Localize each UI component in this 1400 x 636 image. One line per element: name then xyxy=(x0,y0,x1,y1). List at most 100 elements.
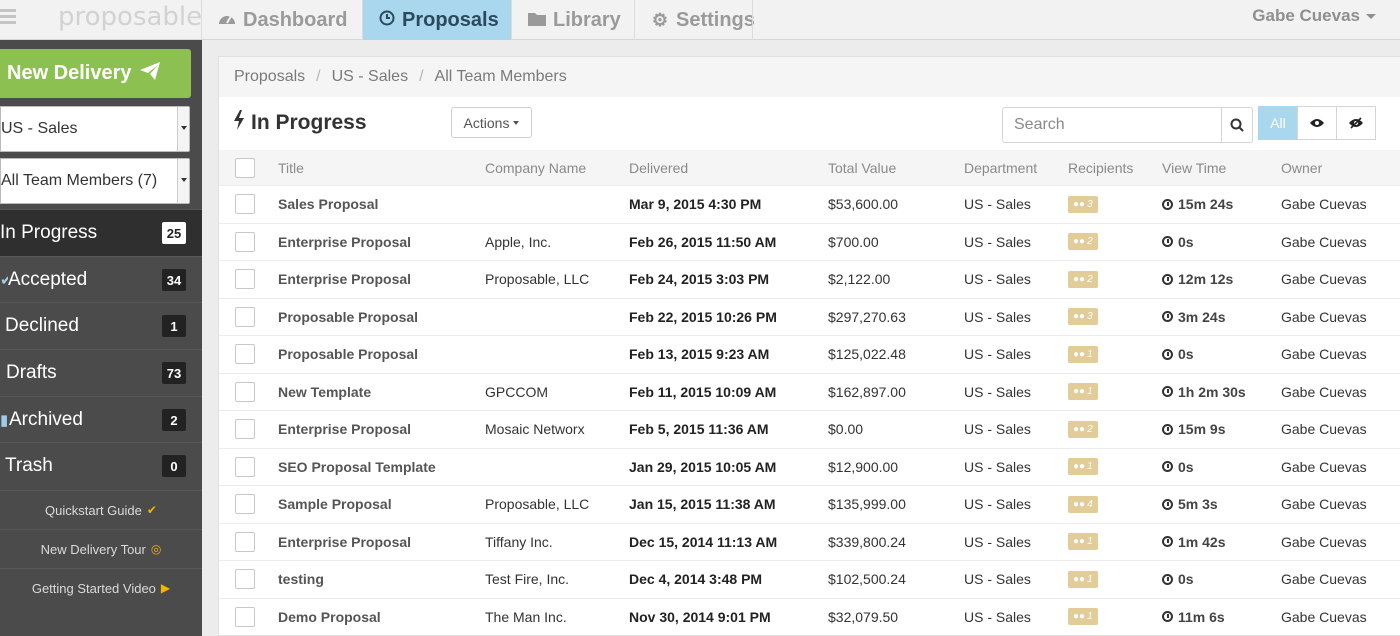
row-checkbox[interactable] xyxy=(235,456,255,477)
recipients-badge[interactable]: ●● 2 xyxy=(1068,233,1098,251)
proposal-title-link[interactable]: SEO Proposal Template xyxy=(278,449,436,486)
sidebar-item-drafts[interactable]: Drafts 73 xyxy=(0,349,202,396)
table-row[interactable]: Enterprise Proposal Apple, Inc. Feb 26, 20… xyxy=(219,222,1400,261)
menu-icon[interactable] xyxy=(0,6,16,30)
filter-unviewed-button[interactable] xyxy=(1336,106,1376,140)
select-all-checkbox[interactable] xyxy=(235,157,255,178)
department: US - Sales xyxy=(964,533,1031,550)
new-delivery-tour-link[interactable]: New Delivery Tour ◎ xyxy=(0,529,202,568)
recipients-badge[interactable]: ●● 4 xyxy=(1068,495,1098,513)
view-time-value: 0s xyxy=(1178,571,1194,588)
app-logo[interactable]: proposable xyxy=(58,2,202,32)
actions-dropdown-button[interactable]: Actions xyxy=(451,107,532,138)
recipients-badge[interactable]: ●● 3 xyxy=(1068,308,1098,326)
breadcrumb-team[interactable]: US - Sales xyxy=(332,68,408,86)
table-row[interactable]: Enterprise Proposal Mosaic Networx Feb 5, … xyxy=(219,410,1400,448)
member-select[interactable]: All Team Members (7) xyxy=(0,158,190,204)
recipients-badge[interactable]: ●● 1 xyxy=(1068,533,1098,551)
recipients-count: 1 xyxy=(1087,611,1093,623)
row-checkbox[interactable] xyxy=(235,494,255,515)
recipients-badge[interactable]: ●● 1 xyxy=(1068,608,1098,626)
sidebar-item-accepted[interactable]: ✔ Accepted 34 xyxy=(0,256,202,303)
tab-dashboard[interactable]: Dashboard xyxy=(201,0,363,40)
column-header-department[interactable]: Department xyxy=(964,150,1037,185)
breadcrumb-proposals[interactable]: Proposals xyxy=(234,68,305,86)
sidebar-count-badge: 1 xyxy=(162,315,186,337)
proposal-title-link[interactable]: Proposable Proposal xyxy=(278,336,418,373)
row-checkbox[interactable] xyxy=(235,606,255,627)
proposal-title-link[interactable]: testing xyxy=(278,561,324,598)
sidebar-item-declined[interactable]: Declined 1 xyxy=(0,302,202,349)
view-time: 1h 2m 30s xyxy=(1162,374,1246,411)
row-checkbox[interactable] xyxy=(235,531,255,552)
table-row[interactable]: Proposable Proposal Feb 22, 2015 10:26 PM… xyxy=(219,297,1400,336)
row-checkbox[interactable] xyxy=(235,194,255,215)
proposal-title-link[interactable]: Enterprise Proposal xyxy=(278,524,411,561)
delivered-date: Jan 29, 2015 10:05 AM xyxy=(629,458,777,475)
row-checkbox[interactable] xyxy=(235,381,255,402)
proposal-title-link[interactable]: Demo Proposal xyxy=(278,599,381,636)
search-button[interactable] xyxy=(1221,108,1252,142)
column-header-view-time[interactable]: View Time xyxy=(1162,150,1226,185)
table-row[interactable]: Demo Proposal The Man Inc. Nov 30, 2014 9:… xyxy=(219,597,1400,636)
table-row[interactable]: Sales Proposal Mar 9, 2015 4:30 PM $53,600… xyxy=(219,185,1400,223)
search-input[interactable] xyxy=(1003,108,1221,142)
clock-icon xyxy=(1162,273,1173,285)
sidebar-item-in-progress[interactable]: In Progress 25 xyxy=(0,209,202,256)
proposal-title-link[interactable]: New Template xyxy=(278,374,371,411)
breadcrumb-members[interactable]: All Team Members xyxy=(435,68,567,86)
table-row[interactable]: Proposable Proposal Feb 13, 2015 9:23 AM $… xyxy=(219,335,1400,373)
row-checkbox[interactable] xyxy=(235,419,255,440)
column-header-total-value[interactable]: Total Value xyxy=(828,150,896,185)
sidebar-item-archived[interactable]: ▮ Archived 2 xyxy=(0,396,202,443)
recipients-badge[interactable]: ●● 1 xyxy=(1068,345,1098,363)
column-header-recipients[interactable]: Recipients xyxy=(1068,150,1133,185)
proposal-title-link[interactable]: Sales Proposal xyxy=(278,186,378,223)
recipients-badge[interactable]: ●● 2 xyxy=(1068,270,1098,288)
department: US - Sales xyxy=(964,383,1031,400)
column-header-delivered[interactable]: Delivered xyxy=(629,150,688,185)
recipients-badge[interactable]: ●● 1 xyxy=(1068,458,1098,476)
filter-all-button[interactable]: All xyxy=(1258,106,1298,140)
proposal-title-link[interactable]: Sample Proposal xyxy=(278,486,392,523)
department: US - Sales xyxy=(964,571,1031,588)
sidebar-item-trash[interactable]: Trash 0 xyxy=(0,442,202,489)
table-row[interactable]: Enterprise Proposal Proposable, LLC Feb 24… xyxy=(219,260,1400,298)
quickstart-guide-link[interactable]: Quickstart Guide ✔ xyxy=(0,490,202,529)
getting-started-video-link[interactable]: Getting Started Video ▶ xyxy=(0,568,202,607)
tab-library[interactable]: Library xyxy=(511,0,637,40)
new-delivery-button[interactable]: New Delivery xyxy=(0,49,191,98)
filter-viewed-button[interactable] xyxy=(1297,106,1337,140)
proposal-title-link[interactable]: Proposable Proposal xyxy=(278,299,418,336)
table-row[interactable]: SEO Proposal Template Jan 29, 2015 10:05 … xyxy=(219,447,1400,486)
eye-slash-icon xyxy=(1349,117,1363,129)
recipients-badge[interactable]: ●● 1 xyxy=(1068,570,1098,588)
tab-proposals[interactable]: Proposals xyxy=(362,0,511,40)
table-row[interactable]: testing Test Fire, Inc. Dec 4, 2014 3:48 P… xyxy=(219,560,1400,598)
proposal-title-link[interactable]: Enterprise Proposal xyxy=(278,261,411,298)
row-checkbox[interactable] xyxy=(235,306,255,327)
recipients-badge[interactable]: ●● 1 xyxy=(1068,383,1098,401)
tab-settings[interactable]: ⚙ Settings xyxy=(634,0,771,40)
company-name: GPCCOM xyxy=(485,383,548,400)
team-select[interactable]: US - Sales xyxy=(0,106,190,152)
table-row[interactable]: Sample Proposal Proposable, LLC Jan 15, 20… xyxy=(219,485,1400,523)
row-checkbox[interactable] xyxy=(235,569,255,590)
row-checkbox-cell xyxy=(235,599,255,636)
top-navbar: proposable Dashboard Proposals Library ⚙… xyxy=(0,0,1400,40)
row-checkbox[interactable] xyxy=(235,269,255,290)
row-checkbox[interactable] xyxy=(235,231,255,252)
proposal-title-link[interactable]: Enterprise Proposal xyxy=(278,411,411,448)
row-checkbox[interactable] xyxy=(235,344,255,365)
recipients-badge[interactable]: ●● 3 xyxy=(1068,195,1098,213)
search-icon xyxy=(1230,118,1244,132)
column-header-owner[interactable]: Owner xyxy=(1281,150,1322,185)
user-menu[interactable]: Gabe Cuevas xyxy=(1252,6,1376,26)
proposal-title-link[interactable]: Enterprise Proposal xyxy=(278,224,411,261)
table-row[interactable]: New Template GPCCOM Feb 11, 2015 10:09 AM $… xyxy=(219,372,1400,411)
recipients-badge[interactable]: ●● 2 xyxy=(1068,420,1098,438)
column-header-company[interactable]: Company Name xyxy=(485,150,586,185)
table-row[interactable]: Enterprise Proposal Tiffany Inc. Dec 15, 2… xyxy=(219,522,1400,561)
column-header-title[interactable]: Title xyxy=(278,150,304,185)
search-box xyxy=(1002,107,1253,143)
